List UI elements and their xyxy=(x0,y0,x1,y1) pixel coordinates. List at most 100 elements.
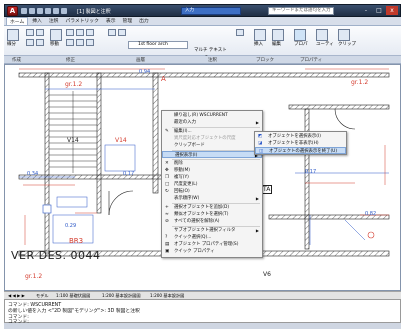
tab-manage[interactable]: 管理 xyxy=(120,17,136,25)
context-menu: 繰り返し(R) WSCURRENT 最近の入力 ▶ ✎ 編集(I)... 異尺度対応… xyxy=(161,110,263,258)
menu-item-clipboard[interactable]: クリップボード▶ xyxy=(162,142,262,149)
tab-home[interactable]: ホーム xyxy=(6,17,29,25)
tab-insert[interactable]: 挿入 xyxy=(29,17,45,25)
new-icon[interactable] xyxy=(21,8,27,14)
utilities-button[interactable]: ユーティ xyxy=(316,29,334,47)
menu-item-erase[interactable]: ✕ 削除 xyxy=(162,160,262,167)
redo-icon[interactable] xyxy=(53,8,59,14)
command-line[interactable]: コマンド: WSCURRENT の新しい値を入力 <"2D 製図"モデリング">… xyxy=(4,299,401,325)
layer-combo[interactable]: 1st floor arch xyxy=(128,41,188,49)
fillet-tool[interactable] xyxy=(86,29,94,36)
menu-item-repeat[interactable]: 繰り返し(R) WSCURRENT xyxy=(162,112,262,119)
minimize-button[interactable]: - xyxy=(360,6,372,15)
edit-block-button[interactable]: 編集 xyxy=(272,29,284,47)
submenu-item-hide-objects[interactable]: ◪ オブジェクトを非表示(H) xyxy=(255,140,346,147)
properties-button[interactable]: プロパ xyxy=(294,29,308,47)
submenu-item-label: オブジェクトを選択表示(I) xyxy=(268,134,322,139)
dimension-label: 0.34 xyxy=(27,171,39,177)
rectangle-tool[interactable] xyxy=(36,39,44,46)
panel-title-block[interactable]: ブロック xyxy=(256,57,274,63)
circle-tool[interactable] xyxy=(26,39,34,46)
dimension-tool[interactable] xyxy=(236,29,244,36)
tab-output[interactable]: 出力 xyxy=(136,17,152,25)
submenu-item-end-isolation[interactable]: ◫ オブジェクトの選択表示を終了(U) xyxy=(255,147,346,154)
application-menu-button[interactable]: A xyxy=(7,6,18,16)
properties-icon: ▤ xyxy=(165,242,170,247)
submenu-item-isolate-objects[interactable]: ◩ オブジェクトを選択表示(I) xyxy=(255,133,346,140)
help-search-input[interactable]: キーワードまたは語句を入力 xyxy=(268,7,334,15)
menu-item-rotate[interactable]: ↻ 回転(O) xyxy=(162,188,262,195)
mirror-tool[interactable] xyxy=(76,39,84,46)
clipboard-icon xyxy=(338,29,350,41)
tab-annotate[interactable]: 注釈 xyxy=(46,17,62,25)
move-tool[interactable]: 移動 xyxy=(50,29,62,47)
chevron-right-icon: ▶ xyxy=(255,120,259,125)
move-icon xyxy=(50,29,62,41)
search-banner[interactable]: 入力 xyxy=(181,7,241,15)
arc-tool[interactable] xyxy=(36,29,44,36)
menu-item-copy[interactable]: ❐ 複写(Y) xyxy=(162,174,262,181)
menu-item-isolate[interactable]: 選択表示(I) ▶ xyxy=(162,151,262,158)
menu-item-move[interactable]: ✥ 移動(M) xyxy=(162,167,262,174)
menu-item-scale[interactable]: □ 尺度変更(L) xyxy=(162,181,262,188)
staircase xyxy=(49,91,97,173)
drawing-reference-label: VER DES. 0044 xyxy=(11,249,101,262)
save-icon[interactable] xyxy=(37,8,43,14)
status-bar xyxy=(4,323,401,329)
menu-item-properties[interactable]: ▤ オブジェクト プロパティ管理(S) xyxy=(162,241,262,248)
panel-title-draw[interactable]: 作成 xyxy=(12,57,21,63)
copy-icon: ❐ xyxy=(165,175,170,180)
panel-title-layers[interactable]: 画層 xyxy=(136,57,145,63)
line-tool[interactable]: 線分 xyxy=(7,29,19,47)
line-tool-label: 線分 xyxy=(7,42,16,47)
menu-item-label: クリップボード xyxy=(174,143,205,148)
rotate-icon xyxy=(66,39,74,46)
dimension-label: 0.82 xyxy=(365,211,377,217)
menu-item-deselect-all[interactable]: ⊘ すべての選択を解除(A) xyxy=(162,218,262,225)
ribbon-panel: 線分 移動 1st floor arch A マルチ テキスト 挿入 編集 プロ… xyxy=(4,26,401,70)
maximize-button[interactable]: □ xyxy=(373,6,385,15)
menu-item-draw-order[interactable]: 表示順序(W) ▶ xyxy=(162,195,262,202)
panel-title-properties[interactable]: プロパティ xyxy=(300,57,322,63)
insert-block-label: 挿入 xyxy=(254,42,263,47)
copy-tool[interactable] xyxy=(66,29,74,36)
menu-item-edit[interactable]: ✎ 編集(I)... xyxy=(162,128,262,135)
rotate-tool[interactable] xyxy=(66,39,74,46)
polyline-tool[interactable] xyxy=(26,29,34,36)
add-selected-icon: + xyxy=(165,205,169,210)
panel-title-modify[interactable]: 修正 xyxy=(66,57,75,63)
layer-properties-button[interactable] xyxy=(108,29,116,36)
menu-item-quick-select[interactable]: ? クイック選択(Q)... xyxy=(162,234,262,241)
panel-title-annotation[interactable]: 注釈 xyxy=(208,57,217,63)
tab-nav-arrows[interactable]: ◀ ◀ ▶ ▶ xyxy=(8,293,25,298)
move-icon: ✥ xyxy=(165,168,169,173)
tab-parametric[interactable]: パラメトリック xyxy=(62,17,101,25)
rectangle-icon xyxy=(36,39,44,46)
menu-item-label: 最近の入力 xyxy=(174,120,196,125)
scale-icon: □ xyxy=(165,182,170,187)
clipboard-button[interactable]: クリップ xyxy=(338,29,356,47)
tab-view[interactable]: 表示 xyxy=(103,17,119,25)
menu-item-subobject-filter[interactable]: サブオブジェクト選択フィルタ ▶ xyxy=(162,227,262,234)
trim-tool[interactable] xyxy=(76,29,84,36)
wall-right xyxy=(304,108,310,250)
menu-item-select-similar[interactable]: ≈ 類似オブジェクトを選択(T) xyxy=(162,211,262,218)
menu-item-label: 選択表示(I) xyxy=(175,153,198,158)
insert-block-button[interactable]: 挿入 xyxy=(254,29,266,47)
select-similar-icon: ≈ xyxy=(165,212,169,217)
menu-item-label: 複写(Y) xyxy=(174,175,189,180)
close-button[interactable]: x xyxy=(386,6,398,15)
plot-icon[interactable] xyxy=(61,8,67,14)
menu-item-add-selected[interactable]: + 選択オブジェクトを追加(D) xyxy=(162,204,262,211)
menu-item-annotative-scale[interactable]: 異尺度対応オブジェクトの尺度▶ xyxy=(162,135,262,142)
layer-state-button[interactable] xyxy=(118,29,126,36)
chevron-right-icon: ▶ xyxy=(255,228,259,233)
move-tool-label: 移動 xyxy=(50,42,59,47)
undo-icon[interactable] xyxy=(45,8,51,14)
menu-item-label: 繰り返し(R) WSCURRENT xyxy=(174,113,228,118)
utilities-icon xyxy=(316,29,328,41)
menu-item-quick-properties[interactable]: ▣ クイック プロパティ xyxy=(162,248,262,255)
scale-tool[interactable] xyxy=(86,39,94,46)
open-icon[interactable] xyxy=(29,8,35,14)
menu-item-recent-input[interactable]: 最近の入力 ▶ xyxy=(162,119,262,126)
